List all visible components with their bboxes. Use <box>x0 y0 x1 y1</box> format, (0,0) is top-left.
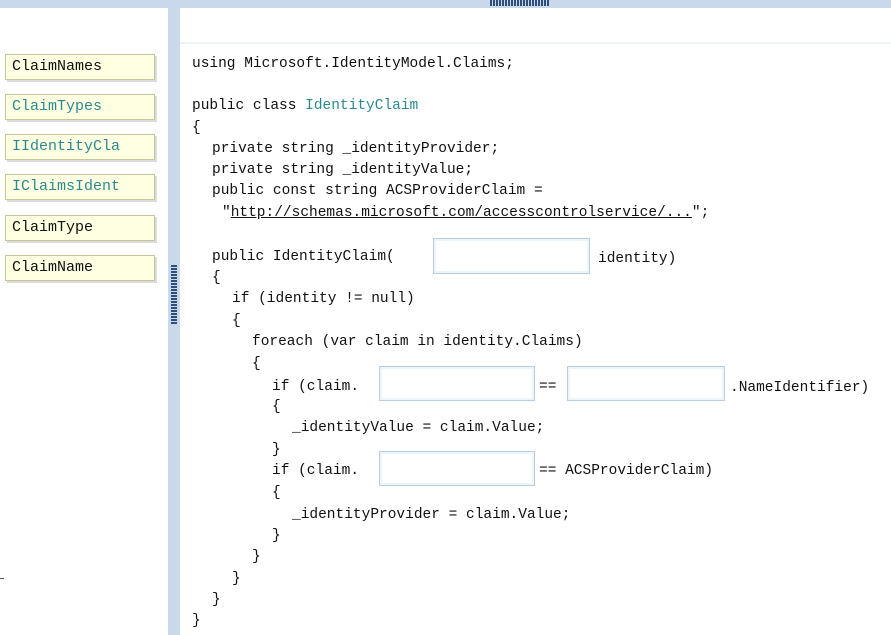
code-header <box>180 8 891 44</box>
choice-claimname[interactable]: ClaimName <box>5 255 155 281</box>
top-splitter-grip[interactable] <box>490 0 550 6</box>
choice-iidentityclaim[interactable]: IIdentityCla <box>5 134 155 160</box>
code-token-equals: == <box>539 379 557 395</box>
code-line-constructor-param: identity) <box>598 251 677 267</box>
code-line-field-value: private string _identityValue; <box>212 162 474 178</box>
code-brace: { <box>252 356 261 372</box>
code-token: public class <box>192 98 306 114</box>
answer-choices-panel: ClaimNames ClaimTypes IIdentityCla IClai… <box>0 44 168 635</box>
drop-target-2[interactable] <box>379 366 535 401</box>
code-line-using: using Microsoft.IdentityModel.Claims; <box>192 56 514 72</box>
code-line-url: "http://schemas.microsoft.com/accesscont… <box>222 204 709 222</box>
drop-target-1[interactable] <box>433 238 590 274</box>
code-token-acsprovider: == ACSProviderClaim) <box>539 463 714 479</box>
choice-iclaimsidentity[interactable]: IClaimsIdent <box>5 174 155 200</box>
code-brace: } <box>212 592 221 608</box>
code-brace: } <box>252 549 261 565</box>
code-line-assign-provider: _identityProvider = claim.Value; <box>292 507 571 523</box>
choice-claimnames[interactable]: ClaimNames <box>5 54 155 80</box>
drop-target-3[interactable] <box>567 366 725 401</box>
code-line-assign-value: _identityValue = claim.Value; <box>292 420 545 436</box>
choice-claimtypes[interactable]: ClaimTypes <box>5 94 155 120</box>
code-line-constructor: public IdentityClaim( <box>212 249 395 265</box>
code-token: "; <box>691 205 710 221</box>
code-brace: { <box>232 313 241 329</box>
code-url-link: http://schemas.microsoft.com/accesscontr… <box>230 205 692 221</box>
code-line-const: public const string ACSProviderClaim = <box>212 183 543 199</box>
code-line-if-claim-1: if (claim. <box>272 379 360 395</box>
code-brace: { <box>272 399 281 415</box>
code-brace: { <box>272 485 281 501</box>
code-brace: { <box>212 270 221 286</box>
code-line-class: public class IdentityClaim <box>192 97 418 115</box>
code-class-name: IdentityClaim <box>305 98 419 114</box>
code-line-if-claim-2: if (claim. <box>272 463 360 479</box>
code-brace: } <box>192 613 201 629</box>
top-splitter-bar <box>0 0 891 8</box>
vertical-splitter-grip[interactable] <box>171 265 177 325</box>
code-brace: } <box>272 528 281 544</box>
code-token-nameidentifier: .NameIdentifier) <box>730 380 870 396</box>
code-brace: { <box>192 120 201 136</box>
drop-target-4[interactable] <box>379 451 535 486</box>
code-panel: using Microsoft.IdentityModel.Claims; pu… <box>180 44 891 635</box>
code-line-if-null: if (identity != null) <box>232 291 415 307</box>
code-brace: } <box>272 442 281 458</box>
choices-header <box>0 8 168 44</box>
code-line-field-provider: private string _identityProvider; <box>212 141 500 157</box>
code-brace: } <box>232 571 241 587</box>
code-line-foreach: foreach (var claim in identity.Claims) <box>252 334 583 350</box>
code-token: " <box>222 205 231 221</box>
choice-claimtype[interactable]: ClaimType <box>5 215 155 241</box>
scroll-mark <box>0 578 4 579</box>
